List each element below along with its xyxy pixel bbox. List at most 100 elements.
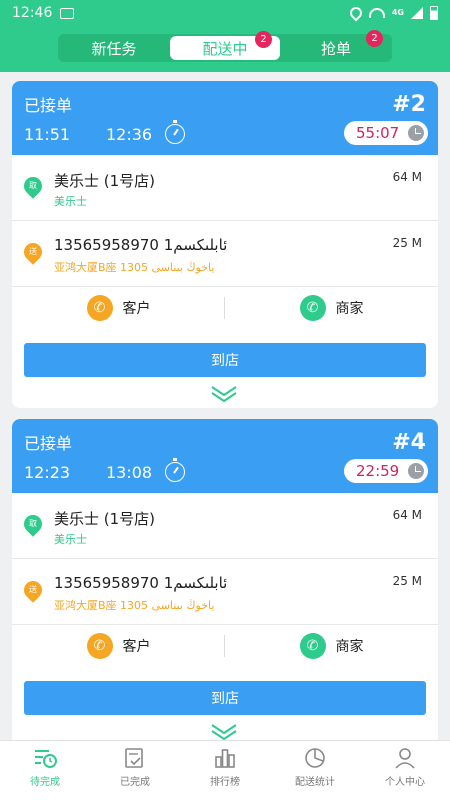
status-bar: 12:46 4G <box>0 0 450 26</box>
customer-label: 客户 <box>122 639 151 655</box>
arrive-label: 到店 <box>211 691 239 707</box>
wifi-icon <box>368 8 385 18</box>
bar-chart-icon <box>215 749 235 768</box>
expand-chevron-icon[interactable] <box>210 723 238 740</box>
tab-label: 排行榜 <box>210 777 240 788</box>
phone-icon: ✆ <box>86 295 113 321</box>
call-merchant-button[interactable]: ✆ 商家 <box>225 287 438 329</box>
order-card[interactable]: 已接单 #2 11:51 12:36 55:07 取 美乐士 (1号店) 美乐士… <box>12 81 438 408</box>
clock-icon <box>408 463 424 479</box>
tab-label: 个人中心 <box>385 777 425 788</box>
merchant-label: 商家 <box>335 639 364 655</box>
order-card-header: 已接单 #2 11:51 12:36 55:07 <box>12 81 438 155</box>
customer-label: 客户 <box>122 301 151 317</box>
tab-label: 待完成 <box>30 777 60 788</box>
network-type: 4G <box>391 8 404 17</box>
clock-icon <box>408 125 424 141</box>
list-clock-icon <box>35 750 57 768</box>
order-status-tabs: 新任务 配送中 2 抢单 2 <box>58 30 392 62</box>
phone-icon: ✆ <box>86 633 113 659</box>
pickup-store-name: 美乐士 (1号店) <box>54 172 156 190</box>
countdown-timer: 55:07 <box>344 121 428 145</box>
order-start-time: 11:51 <box>24 125 71 144</box>
order-status: 已接单 <box>24 434 73 453</box>
pin-tag: 送 <box>29 585 37 594</box>
countdown-timer: 22:59 <box>344 459 428 483</box>
contact-row: ✆ 客户 ✆ 商家 <box>12 625 438 667</box>
tab-grab-order[interactable]: 抢单 2 <box>281 30 391 61</box>
pickup-store-name: 美乐士 (1号店) <box>54 510 156 528</box>
pickup-distance: 64 M <box>392 508 422 522</box>
pickup-row[interactable]: 取 美乐士 (1号店) 美乐士 64 M <box>12 155 438 221</box>
pickup-row[interactable]: 取 美乐士 (1号店) 美乐士 64 M <box>12 493 438 559</box>
pickup-distance: 64 M <box>392 170 422 184</box>
tab-pending[interactable]: 待完成 <box>0 741 90 800</box>
merchant-label: 商家 <box>335 301 364 317</box>
delivery-distance: 25 M <box>392 236 422 250</box>
countdown-value: 55:07 <box>356 124 400 142</box>
image-notification-icon <box>60 7 75 19</box>
count-badge: 2 <box>366 30 383 47</box>
pin-tag: 取 <box>29 519 37 528</box>
order-end-time: 13:08 <box>106 463 153 482</box>
bottom-tab-bar: 待完成 已完成 排行榜 配送统计 个人中心 <box>0 740 450 800</box>
delivery-row[interactable]: 送 13565958970 1ئابلىكسم 亚鸿大厦B座 1305 ياخو… <box>12 559 438 625</box>
order-card[interactable]: 已接单 #4 12:23 13:08 22:59 取 美乐士 (1号店) 美乐士… <box>12 419 438 740</box>
divider <box>224 297 225 319</box>
call-merchant-button[interactable]: ✆ 商家 <box>225 625 438 667</box>
location-icon <box>347 4 365 22</box>
tab-ranking[interactable]: 排行榜 <box>180 741 270 800</box>
contact-row: ✆ 客户 ✆ 商家 <box>12 287 438 329</box>
arrive-label: 到店 <box>211 353 239 369</box>
delivery-contact: 13565958970 1ئابلىكسم <box>54 236 228 254</box>
pickup-merchant: 美乐士 <box>54 195 87 208</box>
status-icons: 4G <box>347 4 438 22</box>
check-doc-icon <box>125 748 143 768</box>
delivery-address: 亚鸿大厦B座 1305 ياخوڭ بىناسى <box>54 599 215 612</box>
pin-tag: 取 <box>29 181 37 190</box>
delivery-row[interactable]: 送 13565958970 1ئابلىكسم 亚鸿大厦B座 1305 ياخو… <box>12 221 438 287</box>
order-number: #4 <box>392 430 426 455</box>
pickup-pin-icon: 取 <box>20 511 46 537</box>
expand-chevron-icon[interactable] <box>210 385 238 403</box>
pickup-pin-icon: 取 <box>20 173 46 199</box>
order-start-time: 12:23 <box>24 463 71 482</box>
tab-profile[interactable]: 个人中心 <box>360 741 450 800</box>
order-status: 已接单 <box>24 96 73 115</box>
call-customer-button[interactable]: ✆ 客户 <box>12 287 225 329</box>
arrive-store-button[interactable]: 到店 <box>24 681 426 715</box>
phone-icon: ✆ <box>299 633 326 659</box>
delivery-distance: 25 M <box>392 574 422 588</box>
battery-icon <box>430 6 438 20</box>
tab-label: 新任务 <box>91 39 137 58</box>
divider <box>224 635 225 657</box>
call-customer-button[interactable]: ✆ 客户 <box>12 625 225 667</box>
order-card-header: 已接单 #4 12:23 13:08 22:59 <box>12 419 438 493</box>
order-number: #2 <box>392 92 426 117</box>
tab-label: 配送中 <box>202 39 248 58</box>
pickup-merchant: 美乐士 <box>54 533 87 546</box>
phone-icon: ✆ <box>299 295 326 321</box>
delivery-address: 亚鸿大厦B座 1305 ياخوڭ بىناسى <box>54 261 215 274</box>
tab-delivery-stats[interactable]: 配送统计 <box>270 741 360 800</box>
order-list[interactable]: 已接单 #2 11:51 12:36 55:07 取 美乐士 (1号店) 美乐士… <box>0 72 450 740</box>
delivery-pin-icon: 送 <box>20 239 46 265</box>
user-icon <box>395 748 415 769</box>
delivery-contact: 13565958970 1ئابلىكسم <box>54 574 228 592</box>
header: 新任务 配送中 2 抢单 2 <box>0 26 450 72</box>
pin-tag: 送 <box>29 247 37 256</box>
order-end-time: 12:36 <box>106 125 153 144</box>
stopwatch-icon <box>165 120 185 144</box>
tab-label: 配送统计 <box>295 777 335 788</box>
tab-completed[interactable]: 已完成 <box>90 741 180 800</box>
arrive-store-button[interactable]: 到店 <box>24 343 426 377</box>
signal-icon <box>411 7 423 19</box>
tab-label: 已完成 <box>120 777 150 788</box>
countdown-value: 22:59 <box>356 462 400 480</box>
tab-new-task[interactable]: 新任务 <box>59 35 169 61</box>
tab-delivering[interactable]: 配送中 2 <box>170 31 280 60</box>
count-badge: 2 <box>255 31 272 48</box>
status-time: 12:46 <box>12 5 53 21</box>
pie-chart-icon <box>305 748 325 768</box>
tab-label: 抢单 <box>320 39 351 58</box>
